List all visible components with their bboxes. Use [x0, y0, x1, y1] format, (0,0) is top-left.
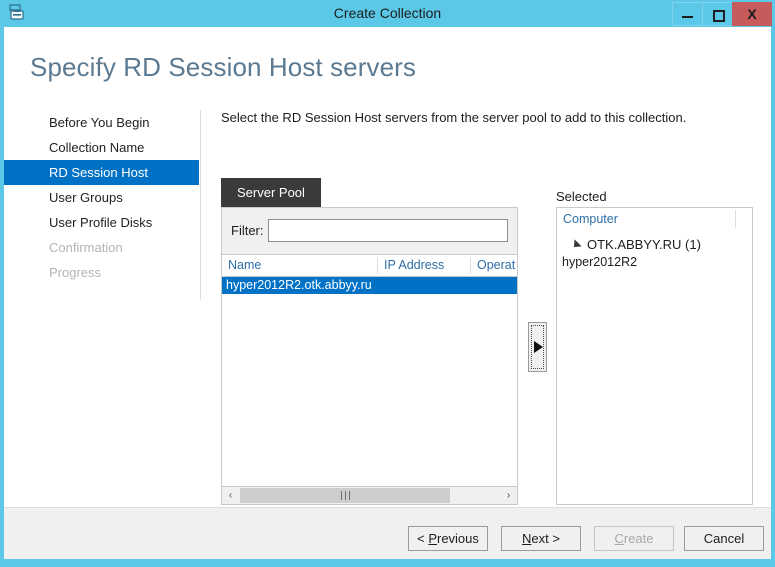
filter-input[interactable] [268, 219, 508, 242]
right-triangle-icon [533, 341, 543, 353]
window-title: Create Collection [333, 5, 442, 21]
server-pool-list: hyper2012R2.otk.abbyy.ru [222, 277, 517, 482]
cancel-button[interactable]: Cancel [684, 526, 764, 551]
column-header-ip-address[interactable]: IP Address [384, 258, 444, 272]
window-controls: X [672, 2, 772, 26]
wizard-steps-sidebar: Before You Begin Collection Name RD Sess… [4, 110, 199, 285]
maximize-button[interactable] [702, 2, 733, 26]
column-header-computer[interactable]: Computer [563, 212, 618, 226]
sidebar-item-before-you-begin[interactable]: Before You Begin [4, 110, 199, 135]
tab-server-pool[interactable]: Server Pool [221, 178, 321, 207]
column-divider[interactable] [735, 210, 736, 228]
close-icon: X [747, 6, 757, 22]
tree-node-domain[interactable]: OTK.ABBYY.RU (1) [557, 235, 752, 255]
horizontal-scrollbar[interactable]: ‹ › [222, 486, 517, 504]
column-divider[interactable] [470, 257, 471, 274]
selected-panel: Computer OTK.ABBYY.RU (1) hyper2012R2 [556, 207, 753, 505]
sidebar-item-collection-name[interactable]: Collection Name [4, 135, 199, 160]
create-collection-window: Create Collection X Specify RD Session H… [0, 0, 775, 567]
scrollbar-thumb[interactable] [240, 488, 450, 503]
close-button[interactable]: X [732, 2, 772, 26]
column-header-operating-system[interactable]: Operat [477, 258, 515, 272]
sidebar-item-rd-session-host[interactable]: RD Session Host [4, 160, 199, 185]
column-header-name[interactable]: Name [228, 258, 261, 272]
scroll-left-icon[interactable]: ‹ [222, 487, 239, 504]
title-bar: Create Collection X [0, 0, 775, 27]
sidebar-item-user-groups[interactable]: User Groups [4, 185, 199, 210]
table-row[interactable]: hyper2012R2.otk.abbyy.ru [222, 277, 517, 294]
wizard-footer: < Previous Next > Create Cancel [4, 507, 771, 559]
previous-button[interactable]: < Previous [408, 526, 488, 551]
selected-panel-label: Selected [556, 189, 607, 204]
maximize-icon [713, 10, 725, 22]
filter-row: Filter: [222, 208, 517, 255]
selected-column-headers: Computer [557, 208, 752, 231]
add-server-button[interactable] [528, 322, 547, 372]
page-title: Specify RD Session Host servers [30, 52, 417, 82]
scrollbar-grip-icon [341, 491, 350, 500]
create-button: Create [594, 526, 674, 551]
server-pool-panel: Filter: Name IP Address Operat hyper2012… [221, 207, 518, 505]
sidebar-item-progress: Progress [49, 265, 102, 280]
tabstrip: Server Pool [221, 178, 321, 207]
chevron-expanded-icon[interactable] [570, 239, 582, 251]
sidebar-divider [200, 110, 201, 300]
minimize-button[interactable] [672, 2, 703, 26]
main-content: Select the RD Session Host servers from … [221, 110, 761, 524]
server-pool-column-headers: Name IP Address Operat [222, 255, 517, 277]
filter-label: Filter: [231, 223, 264, 238]
scroll-right-icon[interactable]: › [500, 487, 517, 504]
column-divider[interactable] [377, 257, 378, 274]
tree-node-label: OTK.ABBYY.RU (1) [587, 237, 701, 252]
next-button[interactable]: Next > [501, 526, 581, 551]
sidebar-item-confirmation: Confirmation [49, 240, 123, 255]
wizard-body: Specify RD Session Host servers Before Y… [4, 27, 771, 524]
sidebar-item-user-profile-disks[interactable]: User Profile Disks [4, 210, 199, 235]
minimize-icon [682, 16, 693, 18]
list-item[interactable]: hyper2012R2 [562, 255, 637, 269]
instruction-text: Select the RD Session Host servers from … [221, 110, 687, 125]
